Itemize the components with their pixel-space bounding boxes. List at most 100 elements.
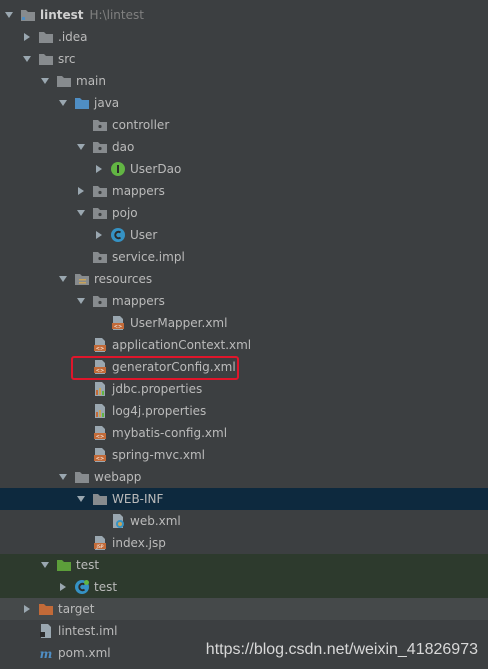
chevron-down-icon[interactable] — [76, 296, 86, 306]
tree-row-lintest[interactable]: lintest H:\lintest — [0, 4, 488, 26]
module-file-icon — [38, 623, 54, 639]
tree-label: service.impl — [112, 250, 185, 264]
tree-label: jdbc.properties — [112, 382, 203, 396]
tree-row-lintest-iml[interactable]: lintest.iml — [0, 620, 488, 642]
chevron-right-icon[interactable] — [22, 604, 32, 614]
package-icon — [92, 249, 108, 265]
class-icon — [110, 227, 126, 243]
tree-row-main[interactable]: main — [0, 70, 488, 92]
highlight-box — [71, 356, 239, 380]
tree-row-spring-mvc-xml[interactable]: <> spring-mvc.xml — [0, 444, 488, 466]
chevron-down-icon[interactable] — [4, 10, 14, 20]
tree-row-src[interactable]: src — [0, 48, 488, 70]
chevron-down-icon[interactable] — [58, 98, 68, 108]
tree-label: WEB-INF — [112, 492, 164, 506]
tree-row-usermapper-xml[interactable]: <> UserMapper.xml — [0, 312, 488, 334]
tree-row-mappers-res[interactable]: mappers — [0, 290, 488, 312]
chevron-right-icon[interactable] — [94, 230, 104, 240]
tree-label: test — [76, 558, 100, 572]
tree-label: applicationContext.xml — [112, 338, 252, 352]
chevron-right-icon[interactable] — [22, 32, 32, 42]
tree-label: src — [58, 52, 76, 66]
tree-row-mappers[interactable]: mappers — [0, 180, 488, 202]
chevron-down-icon[interactable] — [40, 76, 50, 86]
tree-row-applicationcontext-xml[interactable]: <> applicationContext.xml — [0, 334, 488, 356]
tree-row-jdbc-properties[interactable]: jdbc.properties — [0, 378, 488, 400]
svg-text:<>: <> — [96, 434, 104, 440]
folder-icon — [92, 491, 108, 507]
chevron-right-icon[interactable] — [94, 164, 104, 174]
tree-row-web-xml[interactable]: web.xml — [0, 510, 488, 532]
module-folder-icon — [20, 7, 36, 23]
source-folder-icon — [74, 95, 90, 111]
tree-label: pojo — [112, 206, 138, 220]
tree-label: UserDao — [130, 162, 182, 176]
tree-row-web-inf[interactable]: WEB-INF — [0, 488, 488, 510]
tree-row-test-folder[interactable]: test — [0, 554, 488, 576]
chevron-down-icon[interactable] — [58, 472, 68, 482]
tree-label: target — [58, 602, 95, 616]
tree-row-java[interactable]: java — [0, 92, 488, 114]
maven-icon: m — [38, 645, 54, 661]
chevron-down-icon[interactable] — [76, 494, 86, 504]
tree-label: java — [94, 96, 120, 110]
tree-label: main — [76, 74, 106, 88]
tree-row-index-jsp[interactable]: JSP index.jsp — [0, 532, 488, 554]
tree-row-user[interactable]: User — [0, 224, 488, 246]
tree-label: pom.xml — [58, 646, 111, 660]
package-icon — [92, 139, 108, 155]
folder-icon — [56, 73, 72, 89]
tree-label: spring-mvc.xml — [112, 448, 206, 462]
tree-label: UserMapper.xml — [130, 316, 228, 330]
tree-label: mappers — [112, 294, 165, 308]
chevron-down-icon[interactable] — [58, 274, 68, 284]
tree-row-mybatis-config-xml[interactable]: <> mybatis-config.xml — [0, 422, 488, 444]
tree-row-userdao[interactable]: UserDao — [0, 158, 488, 180]
svg-text:<>: <> — [96, 456, 104, 462]
chevron-right-icon[interactable] — [58, 582, 68, 592]
tree-row-webapp[interactable]: webapp — [0, 466, 488, 488]
tree-label: index.jsp — [112, 536, 166, 550]
tree-row-pojo[interactable]: pojo — [0, 202, 488, 224]
chevron-down-icon[interactable] — [22, 54, 32, 64]
tree-label: dao — [112, 140, 135, 154]
tree-label: lintest.iml — [58, 624, 118, 638]
tree-label: mybatis-config.xml — [112, 426, 228, 440]
folder-icon — [38, 51, 54, 67]
tree-label: web.xml — [130, 514, 181, 528]
tree-label: User — [130, 228, 158, 242]
test-folder-icon — [56, 557, 72, 573]
folder-icon — [38, 29, 54, 45]
properties-file-icon — [92, 403, 108, 419]
tree-row-resources[interactable]: resources — [0, 268, 488, 290]
tree-row-service-impl[interactable]: service.impl — [0, 246, 488, 268]
package-icon — [92, 293, 108, 309]
chevron-down-icon[interactable] — [40, 560, 50, 570]
root-path: H:\lintest — [89, 8, 144, 22]
tree-label: mappers — [112, 184, 165, 198]
tree-row-log4j-properties[interactable]: log4j.properties — [0, 400, 488, 422]
tree-row-target[interactable]: target — [0, 598, 488, 620]
tree-row-controller[interactable]: controller — [0, 114, 488, 136]
chevron-right-icon[interactable] — [76, 186, 86, 196]
test-class-icon — [74, 579, 90, 595]
watermark: https://blog.csdn.net/weixin_41826973 — [205, 641, 478, 658]
tree-label: webapp — [94, 470, 142, 484]
chevron-down-icon[interactable] — [76, 208, 86, 218]
tree-row-dao[interactable]: dao — [0, 136, 488, 158]
xml-file-icon: <> — [92, 425, 108, 441]
svg-text:<>: <> — [96, 346, 104, 352]
interface-icon — [110, 161, 126, 177]
tree-row-idea[interactable]: .idea — [0, 26, 488, 48]
properties-file-icon — [92, 381, 108, 397]
tree-label: test — [94, 580, 118, 594]
svg-text:m: m — [40, 647, 53, 661]
root-label: lintest — [40, 8, 84, 22]
svg-text:JSP: JSP — [96, 544, 104, 550]
tree-label: log4j.properties — [112, 404, 207, 418]
package-icon — [92, 183, 108, 199]
excluded-folder-icon — [38, 601, 54, 617]
tree-row-test-class[interactable]: test — [0, 576, 488, 598]
xml-file-icon: <> — [92, 337, 108, 353]
chevron-down-icon[interactable] — [76, 142, 86, 152]
